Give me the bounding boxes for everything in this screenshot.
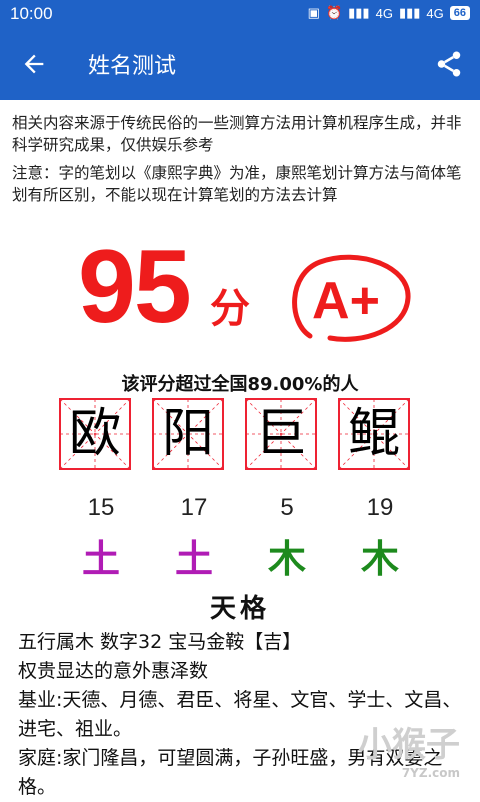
status-time: 10:00 xyxy=(10,4,53,23)
name-char: 阳 xyxy=(161,404,214,464)
section-title: 天格 xyxy=(209,594,270,624)
notification-icon: ▣ xyxy=(307,5,320,20)
watermark-logo: 小猴子 7YZ.com xyxy=(358,717,460,780)
grade-badge: A+ xyxy=(292,254,411,342)
five-element: 木 xyxy=(360,537,399,581)
status-bar: 10:00 ▣ ⏰ ▮▮▮ 4G ▮▮▮ 4G 66 xyxy=(0,0,480,28)
app-bar: 姓名测试 xyxy=(0,28,480,100)
watermark-sub: 7YZ.com xyxy=(401,766,460,780)
battery-icon: 66 xyxy=(449,6,470,20)
score-exceed-text: 该评分超过全国89.00%的人 xyxy=(121,374,359,395)
stroke-count: 15 xyxy=(87,494,115,521)
name-char: 巨 xyxy=(254,404,307,464)
disclaimer-line-1: 相关内容来源于传统民俗的一些测算方法用计算机程序生成，并非科学研究成果，仅供娱乐… xyxy=(12,114,462,154)
back-arrow-icon[interactable] xyxy=(20,50,48,78)
detail-line: 五行属木 数字32 宝马金鞍【吉】 xyxy=(18,631,302,653)
stroke-count: 17 xyxy=(180,494,208,521)
name-char-box: 鲲 xyxy=(338,398,410,470)
name-chars: 欧 阳 巨 鲲 xyxy=(0,398,480,472)
name-char: 欧 xyxy=(68,404,121,464)
score-value: 95 xyxy=(78,229,192,345)
five-element: 土 xyxy=(174,537,213,581)
page-title: 姓名测试 xyxy=(88,54,177,79)
score-unit: 分 xyxy=(210,286,250,332)
status-icons: ▣ ⏰ ▮▮▮ 4G ▮▮▮ 4G 66 xyxy=(308,5,470,21)
five-element: 木 xyxy=(267,537,306,581)
watermark-text: 小猴子 xyxy=(358,725,460,765)
name-char-box: 欧 xyxy=(59,398,131,470)
network-label-2: 4G xyxy=(426,5,444,21)
stroke-count: 5 xyxy=(280,494,294,521)
five-element: 土 xyxy=(81,537,120,581)
score-display: 95 分 A+ xyxy=(0,229,480,350)
name-char-box: 巨 xyxy=(245,398,317,470)
signal-icon-2: ▮▮▮ xyxy=(398,5,421,20)
disclaimer-line-2: 注意：字的笔划以《康熙字典》为准，康熙笔划计算方法与简体笔划有所区别，不能以现在… xyxy=(12,164,462,204)
name-char-box: 阳 xyxy=(152,398,224,470)
stroke-count: 19 xyxy=(366,494,394,521)
name-char: 鲲 xyxy=(347,404,400,464)
detail-line: 权贵显达的意外惠泽数 xyxy=(18,660,209,682)
disclaimer: 相关内容来源于传统民俗的一些测算方法用计算机程序生成，并非科学研究成果，仅供娱乐… xyxy=(12,112,472,212)
grade-text: A+ xyxy=(312,272,380,330)
share-icon[interactable] xyxy=(434,49,464,79)
alarm-icon: ⏰ xyxy=(325,5,343,20)
signal-icon: ▮▮▮ xyxy=(348,5,370,20)
network-label-1: 4G xyxy=(375,5,393,21)
